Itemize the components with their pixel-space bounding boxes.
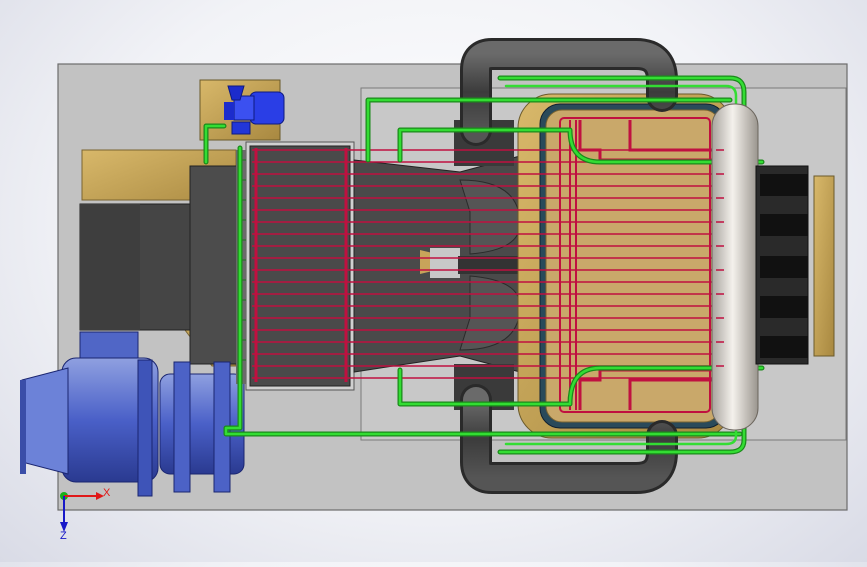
triad-z-label: Z bbox=[60, 530, 67, 542]
steam-drum[interactable] bbox=[711, 103, 759, 431]
drum-supports[interactable] bbox=[755, 165, 835, 365]
furnace-tube-bank[interactable] bbox=[517, 93, 733, 439]
cad-viewport[interactable]: X Z bbox=[0, 0, 867, 562]
boiler-assembly-model[interactable] bbox=[0, 0, 867, 562]
economizer-casing[interactable] bbox=[236, 141, 355, 391]
blower-fan[interactable] bbox=[20, 331, 159, 497]
feed-water-pump[interactable] bbox=[199, 79, 285, 141]
triad-x-label: X bbox=[103, 487, 111, 499]
